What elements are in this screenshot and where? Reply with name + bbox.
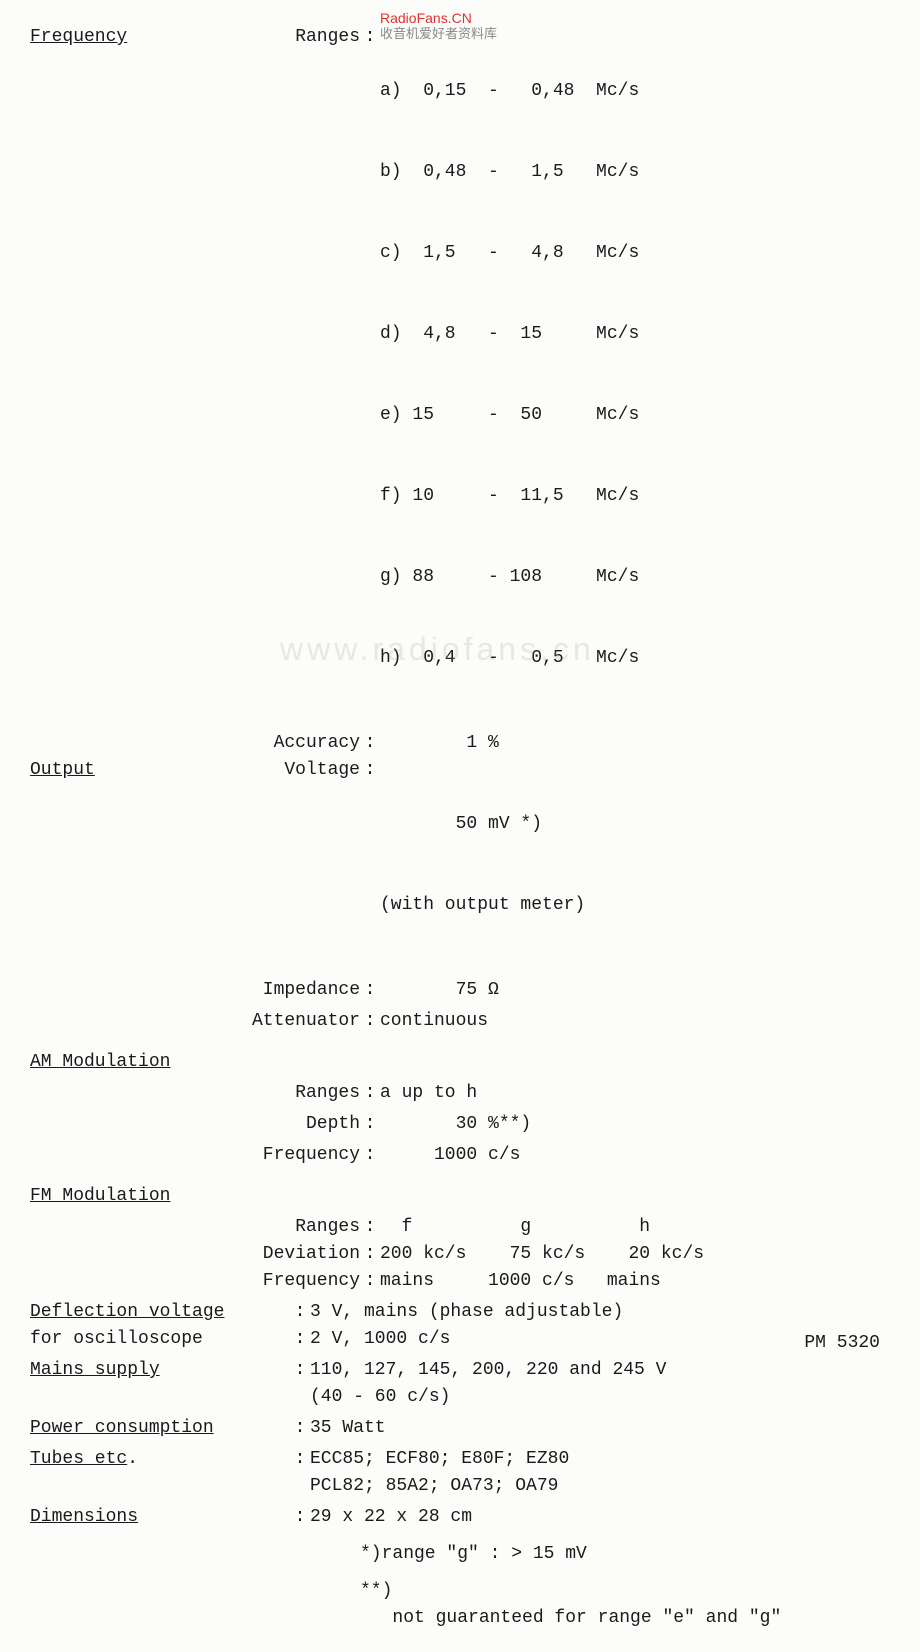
watermark-faint: www.radiofans.cn [280,625,595,673]
colon: : [290,1326,310,1353]
dimensions-value: 29 x 22 x 28 cm [310,1504,890,1531]
colon: : [290,1504,310,1531]
dimensions-row: Dimensions : 29 x 22 x 28 cm [30,1504,890,1531]
watermark-cn: 收音机爱好者资料库 [380,24,497,44]
ranges-label: Ranges [230,24,360,51]
deflection-value2: 2 V, 1000 c/s [310,1326,890,1353]
mains-row: Mains supply : 110, 127, 145, 200, 220 a… [30,1357,890,1411]
impedance-row: Impedance : 75 Ω [30,977,890,1004]
range-e: e) 15 - 50 Mc/s [380,402,890,429]
fm-ranges-label: Ranges [230,1214,360,1241]
dot: . [127,1449,138,1469]
attenuator-row: Attenuator : continuous [30,1008,890,1035]
colon: : [360,977,380,1004]
tubes-value: ECC85; ECF80; E80F; EZ80 PCL82; 85A2; OA… [310,1446,890,1500]
accuracy-value: 1 % [380,730,890,757]
footnote-1: *)range "g" : > 15 mV [360,1541,890,1568]
am-frequency-label: Frequency [230,1142,360,1169]
range-f: f) 10 - 11,5 Mc/s [380,483,890,510]
attenuator-value: continuous [380,1008,890,1035]
range-g: g) 88 - 108 Mc/s [380,564,890,591]
attenuator-label: Attenuator [230,1008,360,1035]
am-ranges-row: Ranges : a up to h [30,1080,890,1107]
am-frequency-value: 1000 c/s [380,1142,890,1169]
deflection-row: Deflection voltage : 3 V, mains (phase a… [30,1299,890,1326]
impedance-value: 75 Ω [380,977,890,1004]
power-row: Power consumption : 35 Watt [30,1415,890,1442]
range-b: b) 0,48 - 1,5 Mc/s [380,159,890,186]
colon: : [360,1008,380,1035]
fm-deviation-row: Deviation : 200 kc/s 75 kc/s 20 kc/s [30,1241,890,1268]
voltage-note: (with output meter) [380,892,890,919]
mains-value: 110, 127, 145, 200, 220 and 245 V (40 - … [310,1357,890,1411]
power-value: 35 Watt [310,1415,890,1442]
deflection-row2: for oscilloscope : 2 V, 1000 c/s [30,1326,890,1353]
fm-frequency-value: mains 1000 c/s mains [380,1268,890,1295]
tubes-heading: Tubes etc [30,1449,127,1469]
colon: : [360,1142,380,1169]
voltage-label: Voltage [230,757,360,784]
am-ranges-value: a up to h [380,1080,890,1107]
fm-deviation-label: Deviation [230,1241,360,1268]
colon: : [360,1241,380,1268]
colon: : [290,1446,310,1473]
colon: : [360,1080,380,1107]
colon: : [360,1214,380,1241]
footnote-2: **) not guaranteed for range "e" and "g" [360,1578,890,1632]
page-footer: PM 5320 [804,1330,880,1357]
frequency-row: Frequency Ranges : a) 0,15 - 0,48 Mc/s b… [30,24,890,726]
range-c: c) 1,5 - 4,8 Mc/s [380,240,890,267]
am-frequency-row: Frequency : 1000 c/s [30,1142,890,1169]
dimensions-heading: Dimensions [30,1507,138,1527]
colon: : [360,24,380,51]
fm-ranges-row: Ranges : f g h [30,1214,890,1241]
colon: : [290,1299,310,1326]
fm-frequency-label: Frequency [230,1268,360,1295]
fm-heading: FM Modulation [30,1186,170,1206]
am-depth-row: Depth : 30 %**) [30,1111,890,1138]
fm-ranges-value: f g h [380,1214,890,1241]
output-heading: Output [30,760,95,780]
power-heading: Power consumption [30,1418,214,1438]
range-d: d) 4,8 - 15 Mc/s [380,321,890,348]
colon: : [360,1111,380,1138]
am-depth-label: Depth [230,1111,360,1138]
colon: : [360,730,380,757]
voltage-value: 50 mV *) [380,811,890,838]
frequency-heading: Frequency [30,27,127,47]
impedance-label: Impedance [230,977,360,1004]
mains-heading: Mains supply [30,1360,160,1380]
am-ranges-label: Ranges [230,1080,360,1107]
colon: : [360,757,380,784]
fm-frequency-row: Frequency : mains 1000 c/s mains [30,1268,890,1295]
colon: : [290,1415,310,1442]
deflection-sub: for oscilloscope [30,1326,290,1353]
am-depth-value: 30 %**) [380,1111,890,1138]
colon: : [290,1357,310,1384]
deflection-heading: Deflection voltage [30,1302,224,1322]
output-voltage-row: Output Voltage : 50 mV *) (with output m… [30,757,890,973]
accuracy-label: Accuracy [230,730,360,757]
accuracy-row: Accuracy : 1 % [30,730,890,757]
range-a: a) 0,15 - 0,48 Mc/s [380,78,890,105]
tubes-row: Tubes etc. : ECC85; ECF80; E80F; EZ80 PC… [30,1446,890,1500]
fm-deviation-value: 200 kc/s 75 kc/s 20 kc/s [380,1241,890,1268]
deflection-value1: 3 V, mains (phase adjustable) [310,1299,890,1326]
colon: : [360,1268,380,1295]
am-heading: AM Modulation [30,1052,170,1072]
